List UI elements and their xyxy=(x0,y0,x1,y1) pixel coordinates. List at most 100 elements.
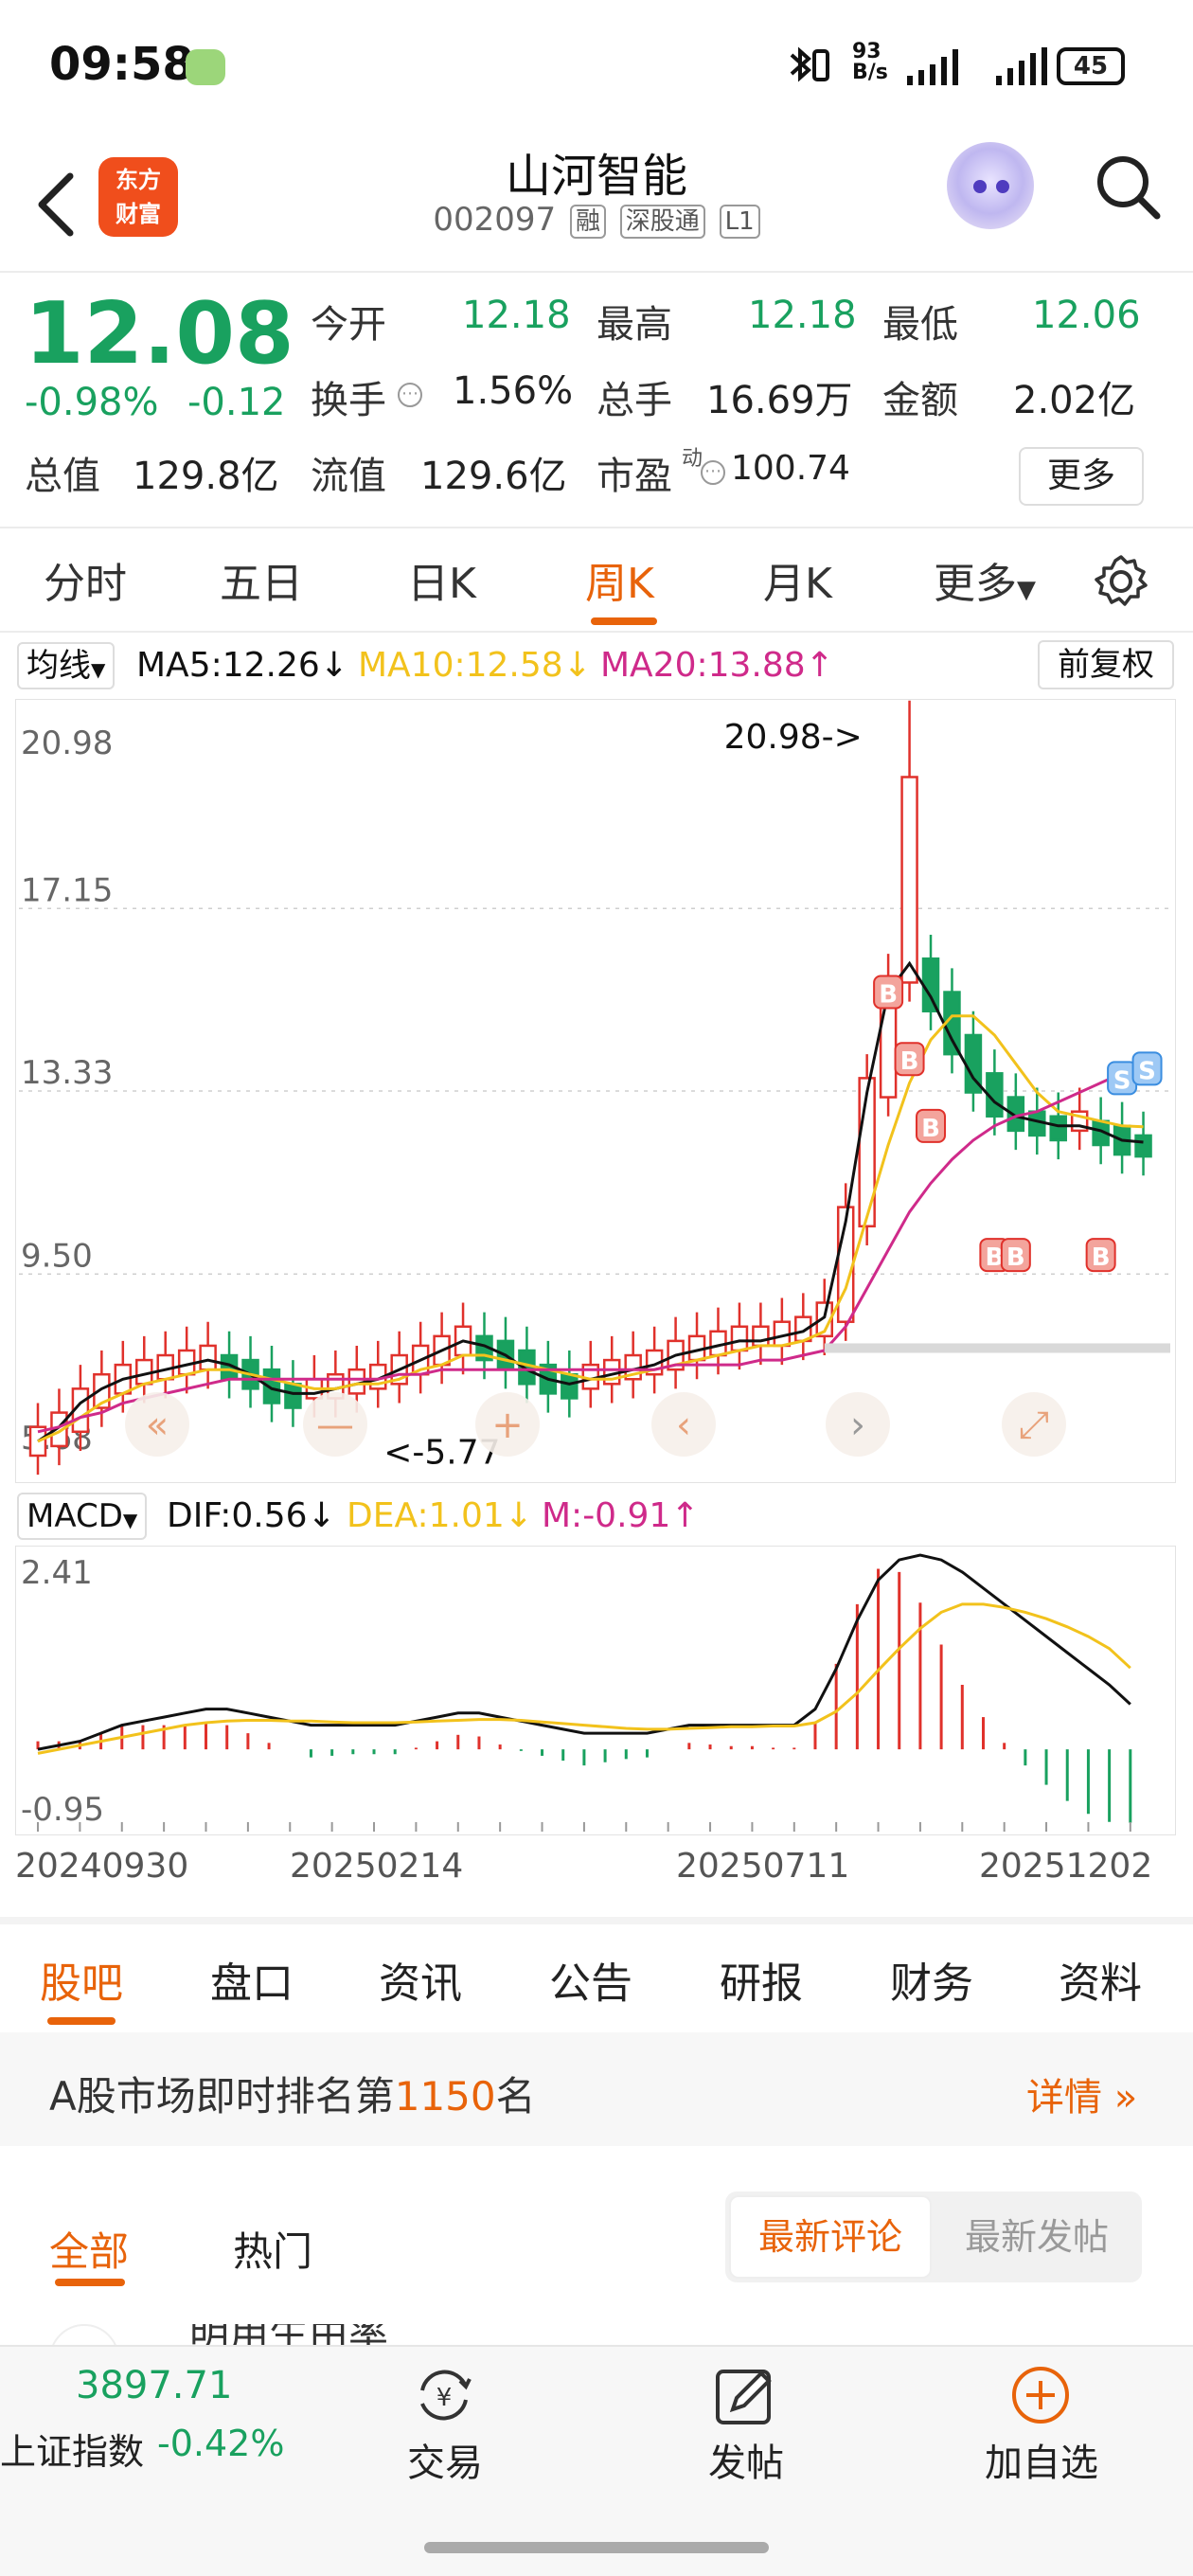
date-label: 20240930 xyxy=(15,1847,189,1886)
last-price: 12.08 xyxy=(25,284,294,384)
tab-guba[interactable]: 股吧 xyxy=(40,1949,123,2010)
rank-suffix: 名 xyxy=(495,2073,536,2120)
tab-research[interactable]: 研报 xyxy=(720,1949,803,2010)
rank-number: 1150 xyxy=(394,2073,496,2120)
quote-panel: 12.08 -0.98% -0.12 今开 12.18 最高 12.18 最低 … xyxy=(0,275,1193,528)
tab-order-book[interactable]: 盘口 xyxy=(210,1949,294,2010)
tab-daily-k[interactable]: 日K xyxy=(407,549,476,610)
info-icon[interactable]: ⋯ xyxy=(398,383,422,407)
buy-signal-label: B xyxy=(1092,1243,1111,1272)
buy-signal-label: B xyxy=(1006,1243,1025,1272)
avatar-eye-right xyxy=(996,180,1009,193)
tag-margin: 融 xyxy=(569,204,606,239)
dropdown-triangle-icon: ▼ xyxy=(1017,576,1036,604)
candle-body xyxy=(199,1344,217,1371)
tab-profile[interactable]: 资料 xyxy=(1059,1949,1142,2010)
sort-latest-post[interactable]: 最新发帖 xyxy=(935,2195,1138,2279)
dif-value: DIF:0.56↓ xyxy=(167,1496,336,1535)
ai-assistant-avatar[interactable] xyxy=(947,142,1034,229)
pe-label: 市盈 xyxy=(596,455,672,498)
ma20-value: MA20:13.88↑ xyxy=(600,646,834,685)
signal-sim2-icon xyxy=(996,47,1047,85)
search-icon[interactable] xyxy=(1091,150,1166,225)
index-name: 上证指数 xyxy=(0,2431,145,2473)
rank-prefix: A股市场即时排名第 xyxy=(49,2073,395,2120)
adjust-selector[interactable]: 前复权 xyxy=(1038,640,1174,689)
ma10-value: MA10:12.58↓ xyxy=(358,646,592,685)
macd-y-tick: 2.41 xyxy=(21,1554,93,1592)
rank-text: A股市场即时排名第1150名 xyxy=(49,2065,536,2122)
gear-icon[interactable] xyxy=(1093,553,1149,610)
tab-all-posts[interactable]: 全部 xyxy=(49,2220,129,2278)
sell-signal-label: S xyxy=(1113,1066,1131,1095)
stock-header: 东方 财富 山河智能 002097 融 深股通 L1 xyxy=(0,133,1193,273)
fullscreen-icon: ⤢ xyxy=(1019,1404,1049,1447)
market-rank-banner[interactable]: A股市场即时排名第1150名 详情 » xyxy=(0,2032,1193,2146)
tab-monthly-k[interactable]: 月K xyxy=(763,549,832,610)
trade-icon[interactable]: ¥ xyxy=(411,2362,477,2428)
float-cap-label: 流值 xyxy=(311,455,386,498)
sort-latest-comment[interactable]: 最新评论 xyxy=(729,2195,932,2279)
tab-more-label: 更多 xyxy=(934,560,1017,608)
svg-text:¥: ¥ xyxy=(436,2384,453,2412)
double-chevron-right-icon: » xyxy=(1102,2076,1138,2120)
tab-hot-posts[interactable]: 热门 xyxy=(233,2220,312,2278)
candle-body xyxy=(752,1325,770,1348)
candle-body xyxy=(921,957,940,1012)
candlestick-chart[interactable]: 20.9817.1513.339.505.6820.98-><-5.77BBBB… xyxy=(15,699,1176,1483)
index-change: -0.42% xyxy=(157,2423,285,2464)
zoom-out-icon: — xyxy=(316,1404,354,1447)
home-indicator xyxy=(424,2542,769,2553)
volume-value: 16.69万 xyxy=(706,379,853,422)
y-tick-label: 13.33 xyxy=(21,1054,113,1092)
tab-news[interactable]: 资讯 xyxy=(379,1949,462,2010)
add-watchlist-icon[interactable] xyxy=(1007,2362,1074,2428)
rank-detail-link[interactable]: 详情 » xyxy=(1026,2066,1137,2121)
clock: 09:58 xyxy=(49,38,194,91)
high-label: 最高 xyxy=(596,303,672,347)
tab-five-day[interactable]: 五日 xyxy=(220,549,303,610)
post-filter-bar: 全部 热门 最新评论 最新发帖 明用生由率 xyxy=(0,2146,1193,2394)
sell-signal-label: S xyxy=(1138,1057,1156,1085)
open-value: 12.18 xyxy=(462,294,571,337)
dropdown-triangle-icon: ▼ xyxy=(122,1509,138,1531)
tab-weekly-k[interactable]: 周K xyxy=(585,549,654,610)
market-cap-value: 129.8亿 xyxy=(133,455,279,498)
add-watchlist-label[interactable]: 加自选 xyxy=(985,2432,1098,2487)
macd-chart[interactable]: 2.41 -0.95 xyxy=(15,1546,1176,1835)
macd-selector[interactable]: MACD▼ xyxy=(17,1493,148,1540)
ma-legend: 均线▼ MA5:12.26↓ MA10:12.58↓ MA20:13.88↑ 前… xyxy=(0,633,1193,701)
net-speed-unit: B/s xyxy=(852,61,888,84)
header-divider xyxy=(0,271,1193,273)
wechat-notification-icon xyxy=(186,49,225,85)
net-speed: 93 B/s xyxy=(852,42,888,83)
zoom-in-icon: + xyxy=(491,1404,524,1447)
more-quote-button[interactable]: 更多 xyxy=(1019,447,1144,506)
macd-legend: MACD▼ DIF:0.56↓ DEA:1.01↓ M:-0.91↑ xyxy=(0,1485,1193,1547)
post-label[interactable]: 发帖 xyxy=(708,2432,784,2487)
sort-toggle: 最新评论 最新发帖 xyxy=(725,2191,1142,2282)
active-tab-underline xyxy=(591,617,657,625)
indicator-selector[interactable]: 均线▼ xyxy=(17,642,116,689)
pe-dynamic-sup: 动 xyxy=(682,447,703,471)
tab-more-periods[interactable]: 更多▼ xyxy=(934,549,1036,610)
stock-code: 002097 xyxy=(433,201,557,239)
tab-announcements[interactable]: 公告 xyxy=(549,1949,632,2010)
bluetooth-vibrate-icon xyxy=(790,46,829,82)
date-label: 20251202 xyxy=(979,1847,1153,1886)
date-axis: 20240930 20250214 20250711 20251202 xyxy=(0,1837,1193,1913)
candle-body xyxy=(730,1325,749,1352)
turnover-value: 1.56% xyxy=(453,369,574,413)
info-icon[interactable]: ⋯ xyxy=(701,460,725,485)
macd-selector-label: MACD xyxy=(27,1497,123,1535)
signal-sim1-icon xyxy=(907,49,958,85)
float-cap-value: 129.6亿 xyxy=(420,455,567,498)
support-band xyxy=(824,1343,1170,1353)
tab-intraday[interactable]: 分时 xyxy=(44,549,127,610)
candle-body xyxy=(284,1383,302,1409)
active-subtab-underline xyxy=(55,2279,125,2286)
trade-label[interactable]: 交易 xyxy=(407,2432,483,2487)
buy-signal-label: B xyxy=(900,1047,919,1076)
tab-financials[interactable]: 财务 xyxy=(890,1949,973,2010)
compose-icon[interactable] xyxy=(712,2362,778,2428)
